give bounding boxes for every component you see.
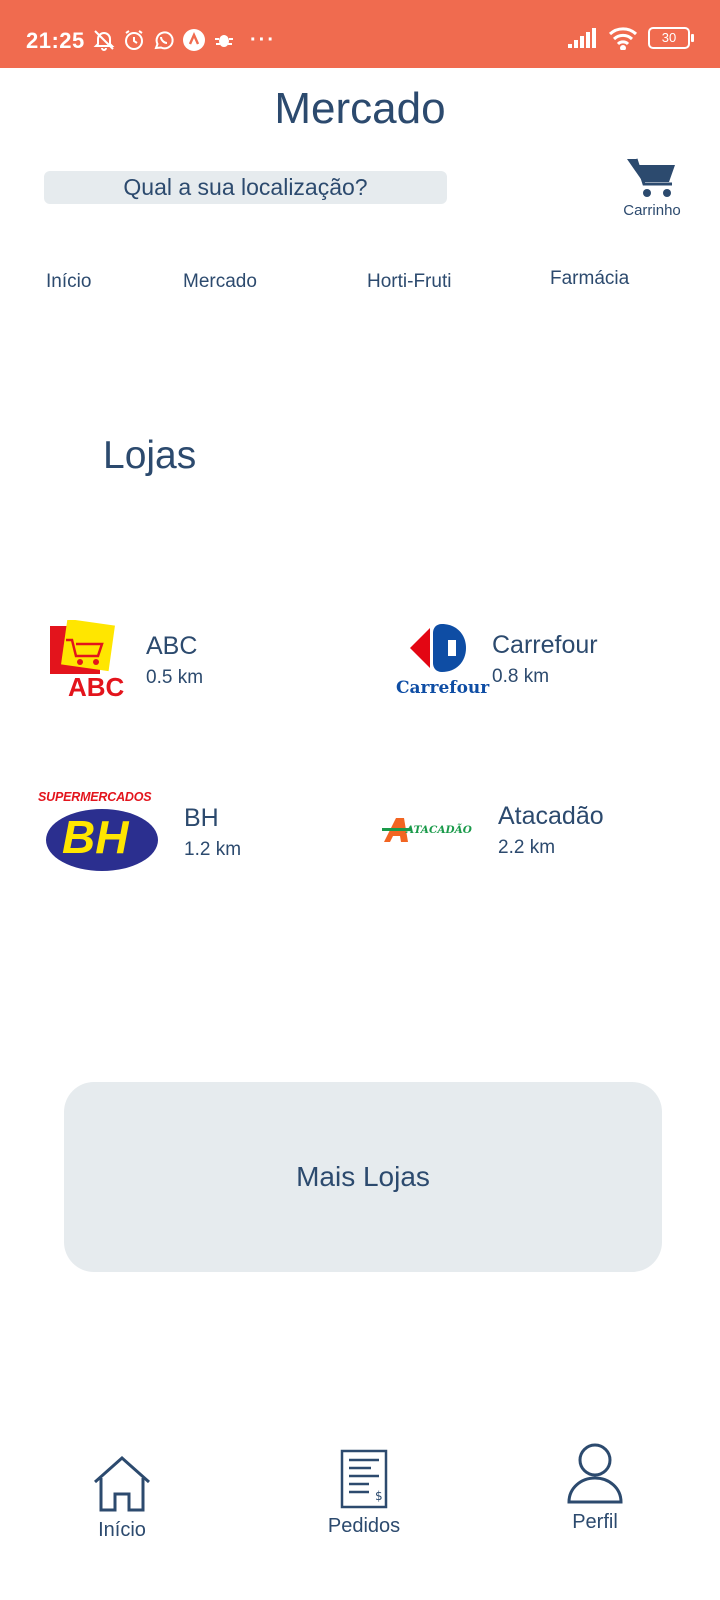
battery-icon: 30 bbox=[648, 27, 694, 49]
nav-label: Início bbox=[98, 1519, 146, 1541]
status-bar: 21:25 ··· 30 bbox=[0, 0, 720, 68]
cart-button[interactable]: Carrinho bbox=[614, 156, 690, 219]
bell-off-icon bbox=[93, 30, 115, 51]
page-title: Mercado bbox=[274, 84, 446, 133]
bh-logo-top-text: SUPERMERCADOS bbox=[38, 790, 152, 804]
store-distance: 2.2 km bbox=[498, 837, 556, 858]
notification-icons: ··· bbox=[92, 26, 276, 54]
category-horti-fruti[interactable]: Horti-Fruti bbox=[367, 271, 451, 293]
store-name: Atacadão bbox=[498, 802, 604, 830]
carrefour-logo: Carrefour bbox=[396, 620, 490, 698]
bug-icon bbox=[215, 35, 233, 47]
receipt-icon: $ bbox=[340, 1449, 388, 1509]
svg-text:$: $ bbox=[375, 1489, 383, 1503]
store-name: BH bbox=[184, 803, 219, 832]
store-distance: 0.8 km bbox=[492, 665, 550, 687]
more-stores-button[interactable]: Mais Lojas bbox=[64, 1082, 662, 1272]
store-card-bh[interactable]: SUPERMERCADOS BH BH 1.2 km bbox=[38, 790, 241, 874]
store-distance: 0.5 km bbox=[146, 666, 204, 688]
cart-icon bbox=[627, 158, 675, 197]
home-icon bbox=[94, 1455, 150, 1512]
cart-label: Carrinho bbox=[623, 202, 681, 219]
store-card-atacadao[interactable]: ATACADÃO Atacadão 2.2 km bbox=[382, 802, 604, 859]
location-input[interactable]: Qual a sua localização? bbox=[44, 171, 447, 204]
nav-item-pedidos[interactable]: $ Pedidos bbox=[322, 1448, 406, 1538]
store-name: Carrefour bbox=[492, 630, 598, 659]
category-inicio[interactable]: Início bbox=[46, 271, 91, 293]
alarm-icon bbox=[125, 30, 143, 50]
user-icon bbox=[567, 1443, 623, 1504]
more-dots-icon: ··· bbox=[250, 28, 276, 51]
bottom-nav: Início $ Pedidos Perfil bbox=[0, 1430, 720, 1542]
nav-label: Perfil bbox=[572, 1511, 618, 1533]
whatsapp-icon bbox=[154, 31, 174, 50]
store-card-abc[interactable]: ABC ABC 0.5 km bbox=[50, 618, 204, 702]
nav-item-perfil[interactable]: Perfil bbox=[560, 1442, 630, 1534]
abc-logo-text: ABC bbox=[68, 672, 125, 702]
category-farmacia[interactable]: Farmácia bbox=[550, 268, 629, 290]
carrefour-logo-text: Carrefour bbox=[396, 678, 490, 698]
atacadao-logo: ATACADÃO bbox=[382, 816, 482, 846]
store-name: ABC bbox=[146, 631, 198, 660]
nav-label: Pedidos bbox=[327, 1515, 401, 1537]
wifi-icon bbox=[608, 27, 638, 50]
status-time: 21:25 bbox=[26, 28, 85, 53]
app-icon bbox=[183, 29, 205, 51]
system-icons: 30 bbox=[568, 26, 694, 50]
store-distance: 1.2 km bbox=[184, 838, 242, 860]
store-card-carrefour[interactable]: Carrefour Carrefour 0.8 km bbox=[396, 620, 598, 698]
category-mercado[interactable]: Mercado bbox=[183, 271, 257, 293]
section-title-lojas: Lojas bbox=[103, 434, 197, 477]
bh-logo-text: BH bbox=[62, 811, 129, 863]
nav-item-inicio[interactable]: Início bbox=[84, 1454, 160, 1542]
signal-icon bbox=[568, 28, 596, 48]
abc-logo: ABC bbox=[50, 618, 130, 702]
atacadao-logo-text: ATACADÃO bbox=[406, 823, 472, 836]
bh-logo: SUPERMERCADOS BH bbox=[38, 790, 162, 874]
